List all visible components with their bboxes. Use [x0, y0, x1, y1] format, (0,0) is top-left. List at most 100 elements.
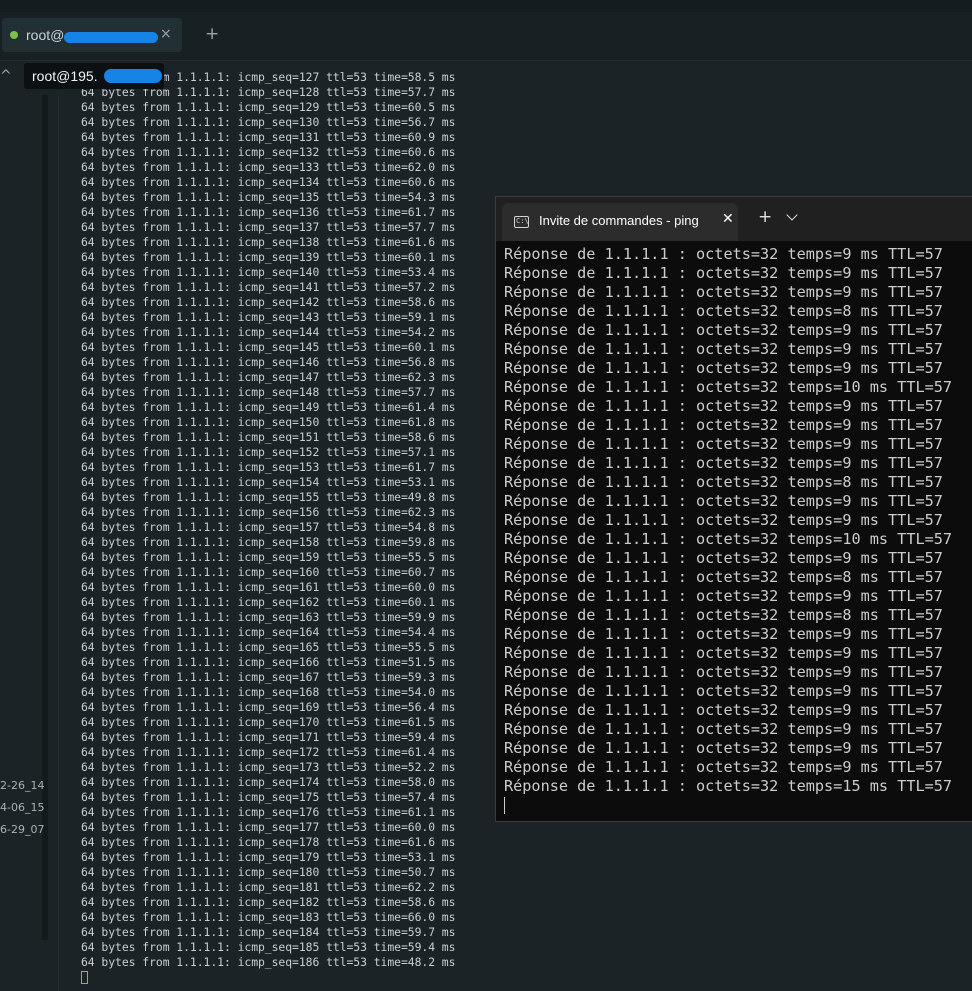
sidebar-item-2[interactable]: 4-06_15: [0, 801, 44, 814]
ping-reply-line: Réponse de 1.1.1.1 : octets=32 temps=9 m…: [504, 340, 943, 358]
ping-reply-line: Réponse de 1.1.1.1 : octets=32 temps=9 m…: [504, 663, 943, 681]
cmd-close-tab-icon[interactable]: ✕: [722, 211, 734, 227]
ping-reply-line: Réponse de 1.1.1.1 : octets=32 temps=9 m…: [504, 549, 943, 567]
session-tooltip-label: root@195.: [32, 68, 98, 84]
ping-output-line: 64 bytes from 1.1.1.1: icmp_seq=163 ttl=…: [81, 610, 456, 624]
ping-reply-line: Réponse de 1.1.1.1 : octets=32 temps=9 m…: [504, 245, 943, 263]
ping-output-line: 64 bytes from 1.1.1.1: icmp_seq=139 ttl=…: [81, 250, 456, 264]
ping-reply-line: Réponse de 1.1.1.1 : octets=32 temps=9 m…: [504, 701, 943, 719]
ping-reply-line: Réponse de 1.1.1.1 : octets=32 temps=9 m…: [504, 625, 943, 643]
new-tab-icon[interactable]: +: [205, 24, 219, 44]
ssh-prompt-line[interactable]: [81, 970, 455, 985]
sidebar-divider: [58, 95, 59, 991]
ping-output-line: 64 bytes from 1.1.1.1: icmp_seq=135 ttl=…: [81, 190, 456, 204]
ping-reply-line: Réponse de 1.1.1.1 : octets=32 temps=8 m…: [504, 302, 943, 320]
ping-output-line: 64 bytes from 1.1.1.1: icmp_seq=131 ttl=…: [81, 130, 456, 144]
ping-reply-line: Réponse de 1.1.1.1 : octets=32 temps=9 m…: [504, 511, 943, 529]
cmd-tab[interactable]: C:\ Invite de commandes - ping ✕: [502, 203, 738, 241]
ping-output-line: 64 bytes from 1.1.1.1: icmp_seq=141 ttl=…: [81, 280, 456, 294]
ping-output-line: 64 bytes from 1.1.1.1: icmp_seq=173 ttl=…: [81, 760, 456, 774]
close-tab-icon[interactable]: ×: [160, 26, 172, 42]
ping-reply-line: Réponse de 1.1.1.1 : octets=32 temps=9 m…: [504, 739, 943, 757]
ping-reply-line: Réponse de 1.1.1.1 : octets=32 temps=8 m…: [504, 606, 943, 624]
ping-output-line: 64 bytes from 1.1.1.1: icmp_seq=176 ttl=…: [81, 805, 456, 819]
cmd-terminal-output[interactable]: Réponse de 1.1.1.1 : octets=32 temps=9 m…: [504, 245, 952, 815]
ping-output-line: 64 bytes from 1.1.1.1: icmp_seq=144 ttl=…: [81, 325, 456, 339]
ping-output-line: 64 bytes from 1.1.1.1: icmp_seq=143 ttl=…: [81, 310, 456, 324]
ping-output-line: 64 bytes from 1.1.1.1: icmp_seq=156 ttl=…: [81, 505, 456, 519]
ping-output-line: 64 bytes from 1.1.1.1: icmp_seq=157 ttl=…: [81, 520, 456, 534]
sidebar-item-3[interactable]: 6-29_07: [0, 823, 44, 836]
ping-output-line: 64 bytes from 1.1.1.1: icmp_seq=168 ttl=…: [81, 685, 456, 699]
ping-output-line: 64 bytes from 1.1.1.1: icmp_seq=151 ttl=…: [81, 430, 456, 444]
ping-output-line: 64 bytes from 1.1.1.1: icmp_seq=183 ttl=…: [81, 910, 456, 924]
ping-output-line: 64 bytes from 1.1.1.1: icmp_seq=174 ttl=…: [81, 775, 456, 789]
ssh-session-tab[interactable]: root@ ×: [2, 18, 182, 52]
ping-output-line: 64 bytes from 1.1.1.1: icmp_seq=132 ttl=…: [81, 145, 456, 159]
ping-output-line: 64 bytes from 1.1.1.1: icmp_seq=137 ttl=…: [81, 220, 456, 234]
ping-output-line: 64 bytes from 1.1.1.1: icmp_seq=181 ttl=…: [81, 880, 456, 894]
ping-output-line: 64 bytes from 1.1.1.1: icmp_seq=185 ttl=…: [81, 940, 456, 954]
ping-output-line: 64 bytes from 1.1.1.1: icmp_seq=165 ttl=…: [81, 640, 456, 654]
cmd-window[interactable]: C:\ Invite de commandes - ping ✕ + Répon…: [495, 196, 972, 822]
cmd-prompt-icon: C:\: [514, 216, 529, 228]
ping-output-line: 64 bytes from 1.1.1.1: icmp_seq=140 ttl=…: [81, 265, 456, 279]
ping-output-line: 64 bytes from 1.1.1.1: icmp_seq=154 ttl=…: [81, 475, 456, 489]
ping-output-line: 64 bytes from 1.1.1.1: icmp_seq=145 ttl=…: [81, 340, 456, 354]
ping-reply-line: Réponse de 1.1.1.1 : octets=32 temps=9 m…: [504, 492, 943, 510]
ping-output-line: 64 bytes from 1.1.1.1: icmp_seq=130 ttl=…: [81, 115, 456, 129]
ping-output-line: 64 bytes from 1.1.1.1: icmp_seq=167 ttl=…: [81, 670, 456, 684]
ping-output-line: 64 bytes from 1.1.1.1: icmp_seq=152 ttl=…: [81, 445, 456, 459]
ping-output-line: 64 bytes from 1.1.1.1: icmp_seq=164 ttl=…: [81, 625, 456, 639]
ping-output-line: 64 bytes from 1.1.1.1: icmp_seq=136 ttl=…: [81, 205, 456, 219]
ping-output-line: 64 bytes from 1.1.1.1: icmp_seq=169 ttl=…: [81, 700, 456, 714]
ping-reply-line: Réponse de 1.1.1.1 : octets=32 temps=9 m…: [504, 435, 943, 453]
ping-reply-line: Réponse de 1.1.1.1 : octets=32 temps=15 …: [504, 777, 953, 795]
ping-reply-line: Réponse de 1.1.1.1 : octets=32 temps=9 m…: [504, 644, 943, 662]
ping-reply-line: Réponse de 1.1.1.1 : octets=32 temps=9 m…: [504, 416, 943, 434]
ping-output-line: 64 bytes from 1.1.1.1: icmp_seq=133 ttl=…: [81, 160, 456, 174]
ssh-tab-label: root@: [26, 27, 65, 43]
ping-output-line: 64 bytes from 1.1.1.1: icmp_seq=148 ttl=…: [81, 385, 456, 399]
redaction-mark: [64, 32, 158, 43]
ping-output-line: 64 bytes from 1.1.1.1: icmp_seq=142 ttl=…: [81, 295, 456, 309]
ping-output-line: 64 bytes from 1.1.1.1: icmp_seq=158 ttl=…: [81, 535, 456, 549]
cmd-tab-title: Invite de commandes - ping: [539, 213, 699, 228]
text-cursor: [81, 971, 88, 984]
ping-reply-line: Réponse de 1.1.1.1 : octets=32 temps=9 m…: [504, 397, 943, 415]
ping-reply-line: Réponse de 1.1.1.1 : octets=32 temps=10 …: [504, 378, 953, 396]
connection-status-dot: [10, 31, 18, 39]
sidebar-item-1[interactable]: 2-26_14: [0, 779, 44, 792]
ping-output-line: 64 bytes from 1.1.1.1: icmp_seq=134 ttl=…: [81, 175, 456, 189]
collapse-caret-icon[interactable]: ^: [0, 68, 12, 84]
tooltip-redaction-mark: [104, 69, 162, 83]
cmd-titlebar: C:\ Invite de commandes - ping ✕ +: [496, 197, 972, 241]
ping-reply-line: Réponse de 1.1.1.1 : octets=32 temps=9 m…: [504, 321, 943, 339]
session-tooltip: root@195.: [24, 63, 164, 89]
window-top-strip: [0, 0, 972, 12]
ping-reply-line: Réponse de 1.1.1.1 : octets=32 temps=9 m…: [504, 720, 943, 738]
ping-output-line: 64 bytes from 1.1.1.1: icmp_seq=146 ttl=…: [81, 355, 456, 369]
ping-output-line: 64 bytes from 1.1.1.1: icmp_seq=177 ttl=…: [81, 820, 456, 834]
ping-reply-line: Réponse de 1.1.1.1 : octets=32 temps=8 m…: [504, 568, 943, 586]
ping-output-line: 64 bytes from 1.1.1.1: icmp_seq=179 ttl=…: [81, 850, 456, 864]
ssh-terminal-output[interactable]: 64 bytes from 1.1.1.1: icmp_seq=127 ttl=…: [81, 70, 455, 985]
ping-output-line: 64 bytes from 1.1.1.1: icmp_seq=171 ttl=…: [81, 730, 456, 744]
ping-output-line: 64 bytes from 1.1.1.1: icmp_seq=172 ttl=…: [81, 745, 456, 759]
ping-output-line: 64 bytes from 1.1.1.1: icmp_seq=175 ttl=…: [81, 790, 456, 804]
cmd-prompt-line[interactable]: [504, 796, 952, 815]
ping-output-line: 64 bytes from 1.1.1.1: icmp_seq=153 ttl=…: [81, 460, 456, 474]
ping-reply-line: Réponse de 1.1.1.1 : octets=32 temps=9 m…: [504, 359, 943, 377]
cmd-dropdown-chevron-icon[interactable]: [786, 209, 798, 221]
ping-output-line: 64 bytes from 1.1.1.1: icmp_seq=180 ttl=…: [81, 865, 456, 879]
cmd-new-tab-icon[interactable]: +: [758, 207, 772, 227]
ping-reply-line: Réponse de 1.1.1.1 : octets=32 temps=9 m…: [504, 454, 943, 472]
ping-output-line: 64 bytes from 1.1.1.1: icmp_seq=186 ttl=…: [81, 955, 456, 969]
ping-output-line: 64 bytes from 1.1.1.1: icmp_seq=147 ttl=…: [81, 370, 456, 384]
ping-output-line: 64 bytes from 1.1.1.1: icmp_seq=129 ttl=…: [81, 100, 456, 114]
ping-reply-line: Réponse de 1.1.1.1 : octets=32 temps=9 m…: [504, 264, 943, 282]
ping-reply-line: Réponse de 1.1.1.1 : octets=32 temps=9 m…: [504, 758, 943, 776]
ping-output-line: 64 bytes from 1.1.1.1: icmp_seq=155 ttl=…: [81, 490, 456, 504]
ping-output-line: 64 bytes from 1.1.1.1: icmp_seq=160 ttl=…: [81, 565, 456, 579]
ping-output-line: 64 bytes from 1.1.1.1: icmp_seq=166 ttl=…: [81, 655, 456, 669]
